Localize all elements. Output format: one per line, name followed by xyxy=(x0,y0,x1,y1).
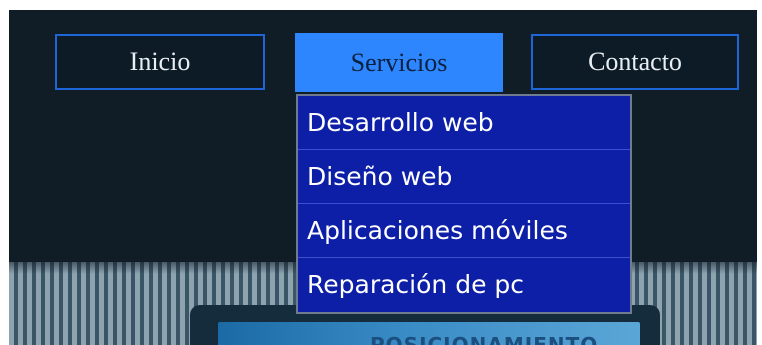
dropdown-item-aplicaciones-moviles[interactable]: Aplicaciones móviles xyxy=(298,204,630,258)
nav-item-servicios[interactable]: Servicios xyxy=(295,33,503,92)
nav-item-inicio[interactable]: Inicio xyxy=(55,34,265,90)
dropdown-item-diseno-web[interactable]: Diseño web xyxy=(298,150,630,204)
page: POSICIONAMIENTO Inicio Servicios Contact… xyxy=(0,0,762,345)
dropdown-item-reparacion-de-pc[interactable]: Reparación de pc xyxy=(298,258,630,312)
dropdown-item-desarrollo-web[interactable]: Desarrollo web xyxy=(298,96,630,150)
nav-item-contacto[interactable]: Contacto xyxy=(531,34,739,90)
banner-title: POSICIONAMIENTO xyxy=(370,333,599,345)
servicios-dropdown-menu: Desarrollo web Diseño web Aplicaciones m… xyxy=(296,94,632,314)
